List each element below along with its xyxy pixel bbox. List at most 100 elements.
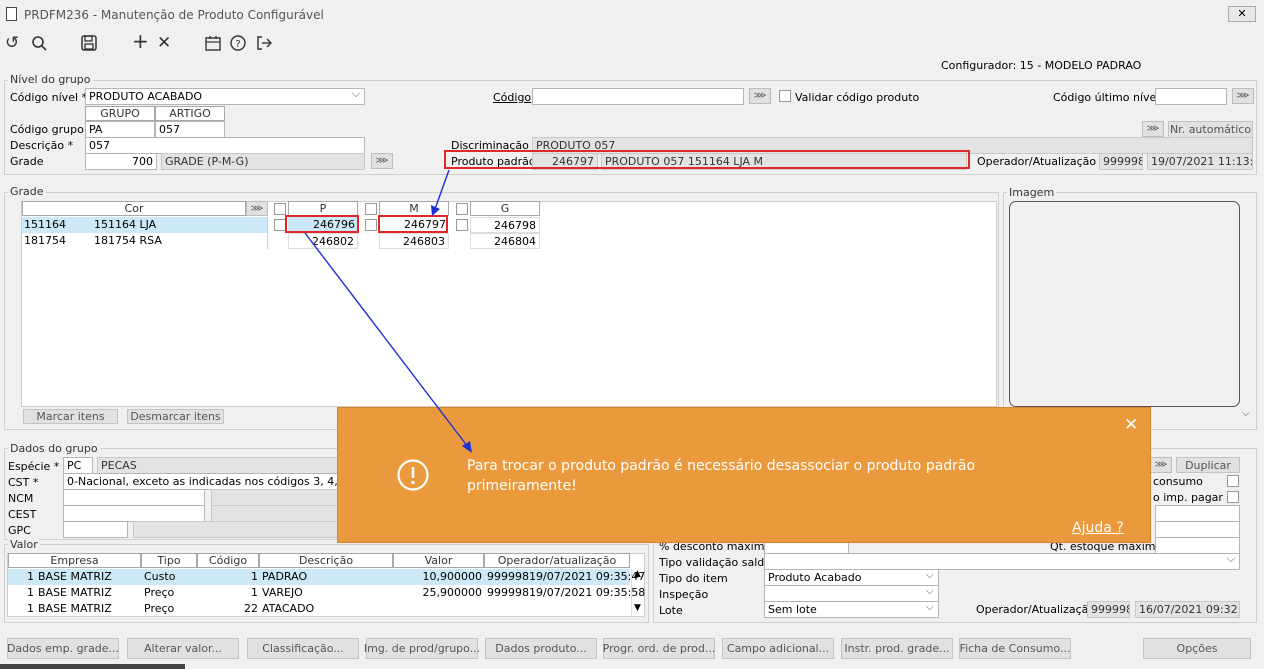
exit-icon[interactable] [256,35,272,51]
grade-lookup-button[interactable]: ⋙ [371,153,393,169]
toast-help-link[interactable]: Ajuda ? [1072,520,1124,536]
duplicar-button[interactable]: Duplicar [1176,457,1240,473]
desmarcar-itens-button[interactable]: Desmarcar itens [127,409,224,424]
grade-description: GRADE (P-M-G) [161,153,365,170]
valor-tipo: Preço [144,586,175,599]
alterar-valor-button[interactable]: Alterar valor... [127,638,239,659]
grade-cell-p[interactable]: 246802 [288,233,358,249]
size-p-checkbox[interactable] [274,203,286,215]
valor-num: 1 [27,602,34,615]
lote-select[interactable]: Sem lote [764,601,939,618]
duplicar-lookup-button[interactable]: ⋙ [1150,457,1172,473]
marcar-itens-button[interactable]: Marcar itens [23,409,118,424]
especie-code-input[interactable]: PC [63,457,93,474]
codigo-input[interactable] [532,88,744,105]
valor-valor: 10,900000 [422,570,483,583]
cest-description [211,505,343,522]
grade-row-code[interactable]: 151164 [24,217,66,233]
data-value: 19/07/2021 11:13:12 [1147,153,1253,170]
consumo-checkbox[interactable] [1227,475,1239,487]
scroll-down-icon[interactable]: ▼ [634,603,641,613]
save-icon[interactable] [81,35,97,51]
artigo-input[interactable]: 057 [155,121,225,138]
operador-label: Operador/Atualização [977,155,1097,168]
codigo-lookup-button[interactable]: ⋙ [749,88,771,104]
valor-data: 19/07/2021 09:35:58 [529,586,646,599]
cst-label: CST * [8,476,39,489]
codigo-ultimo-input[interactable] [1155,88,1227,105]
cor-header: Cor [22,201,246,216]
tipo-validacao-label: Tipo validação saldo [659,556,771,569]
extra-input-2[interactable] [1155,521,1240,538]
grade-row-name[interactable]: 181754 RSA [94,233,162,249]
search-icon[interactable] [31,35,47,51]
valor-empresa: BASE MATRIZ [38,586,112,599]
imagem-group-title: Imagem [1007,186,1057,199]
descricao-input[interactable]: 057 [85,137,365,154]
classificacao-button[interactable]: Classificação... [247,638,359,659]
size-g-header: G [470,201,540,216]
especie-description: PECAS [97,457,342,474]
ncm-input[interactable] [63,489,205,506]
scroll-up-icon[interactable]: ▲ [634,569,641,579]
alert-icon [397,459,429,491]
imp-pagar-checkbox[interactable] [1227,491,1239,503]
opcoes-button[interactable]: Opções [1143,638,1251,659]
valor-header-operador: Operador/atualização [484,553,630,568]
ficha-consumo-button[interactable]: Ficha de Consumo... [959,638,1071,659]
produto-padrao-highlight [444,150,970,169]
grade-cell-g[interactable]: 246798 [470,217,540,233]
cst-select[interactable]: 0-Nacional, exceto as indicadas nos códi… [63,473,343,490]
grade-row-name[interactable]: 151164 LJA [94,217,156,233]
progr-ord-prod-button[interactable]: Progr. ord. de prod... [603,638,715,659]
tipo-item-label: Tipo do item [659,572,728,585]
toast-close-icon[interactable]: ✕ [1124,415,1138,435]
grade-cell-m[interactable]: 246803 [379,233,449,249]
delete-icon[interactable]: ✕ [157,34,171,52]
img-prod-grupo-button[interactable]: Img. de prod/grupo... [364,638,480,659]
codigo-nivel-select[interactable]: PRODUTO ACABADO [85,88,365,105]
valor-empresa: BASE MATRIZ [38,570,112,583]
campo-adicional-button[interactable]: Campo adicional... [722,638,834,659]
validar-checkbox[interactable] [779,90,791,102]
valor-empresa: BASE MATRIZ [38,602,112,615]
nr-lookup-button[interactable]: ⋙ [1142,121,1164,137]
valor-scrollbar[interactable]: ▲ ▼ [631,569,644,616]
dados-operador-value: 999998 [1087,601,1130,618]
dados-emp-grade-button[interactable]: Dados emp. grade... [7,638,119,659]
valor-tipo: Custo [144,570,176,583]
grade-number-input[interactable]: 700 [85,153,157,170]
dados-produto-button[interactable]: Dados produto... [485,638,597,659]
undo-icon[interactable]: ↺ [5,34,19,52]
grade-group-title: Grade [8,185,46,198]
nr-automatico-button[interactable]: Nr. automático [1168,121,1253,138]
gpc-input[interactable] [63,521,128,538]
grade-row-code[interactable]: 181754 [24,233,66,249]
tipo-validacao-select[interactable] [764,553,1240,570]
tipo-item-select[interactable]: Produto Acabado [764,569,939,586]
valor-op: 999998 [487,570,529,583]
add-icon[interactable]: + [132,31,149,51]
grade-cell-g[interactable]: 246804 [470,233,540,249]
descricao-label: Descrição * [10,139,74,152]
valor-valor: 25,900000 [422,586,483,599]
help-icon[interactable]: ? [230,35,246,51]
instr-prod-grade-button[interactable]: Instr. prod. grade... [841,638,953,659]
grupo-input[interactable]: PA [85,121,155,138]
inspecao-select[interactable] [764,585,939,602]
row-g-checkbox[interactable] [456,219,468,231]
grade-label: Grade [10,155,44,168]
cor-lookup-button[interactable]: ⋙ [246,201,268,216]
cest-input[interactable] [63,505,205,522]
imagem-scroll-down-icon[interactable]: ⌵ [1242,408,1250,419]
extra-input-1[interactable] [1155,505,1240,522]
codigo-ultimo-lookup-button[interactable]: ⋙ [1232,88,1254,104]
size-g-checkbox[interactable] [456,203,468,215]
row-m-checkbox[interactable] [365,219,377,231]
qt-estoque-input[interactable] [1155,537,1240,554]
window-close-button[interactable]: ✕ [1228,6,1256,22]
size-m-checkbox[interactable] [365,203,377,215]
toast-notification: Para trocar o produto padrão é necessári… [337,407,1151,543]
valor-group-title: Valor [8,538,40,551]
calendar-icon[interactable] [205,35,221,51]
